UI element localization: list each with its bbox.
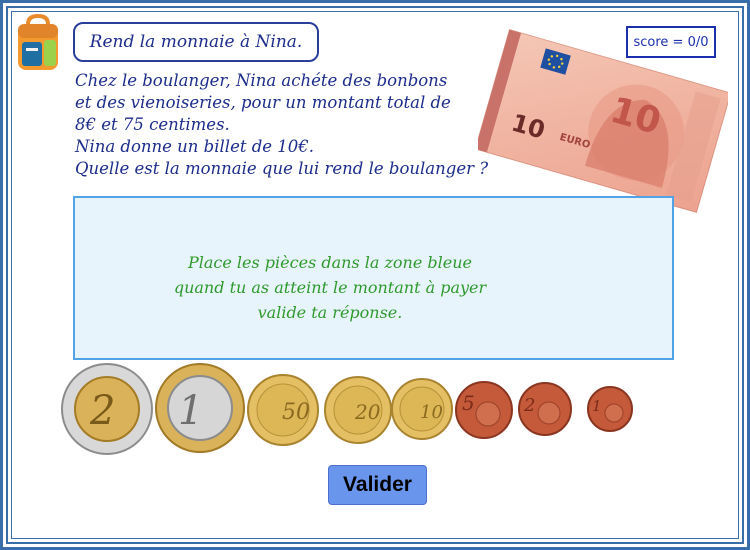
coin-value-label: 5	[462, 391, 475, 415]
school-bag-icon	[18, 14, 58, 70]
coin-10-cent[interactable]: 10	[390, 377, 454, 441]
exercise-title: Rend la monnaie à Nina.	[73, 22, 319, 62]
ten-euro-banknote: 10 10 EURO	[478, 29, 728, 213]
problem-line: 8€ et 75 centimes.	[75, 115, 230, 134]
instructions: Place les pièces dans la zone bleue quan…	[75, 250, 585, 325]
coin-2-euro[interactable]: 2	[60, 362, 154, 456]
coin-value-label: 2	[89, 388, 115, 434]
instruction-line: valide ta réponse.	[257, 303, 403, 322]
coin-value-label: 2	[523, 395, 535, 416]
problem-line: Nina donne un billet de 10€.	[75, 137, 315, 156]
problem-line: et des vienoiseries, pour un montant tot…	[75, 93, 451, 112]
coin-1-euro[interactable]: 1	[154, 362, 246, 454]
validate-button[interactable]: Valider	[328, 465, 427, 505]
coin-1-cent[interactable]: 1	[586, 385, 634, 433]
coin-50-cent[interactable]: 50	[246, 373, 320, 447]
coin-20-cent[interactable]: 20	[323, 375, 393, 445]
problem-line: Quelle est la monnaie que lui rend le bo…	[75, 159, 489, 178]
coin-5-cent[interactable]: 5	[454, 380, 514, 440]
coin-value-label: 20	[354, 400, 381, 424]
exercise-title-text: Rend la monnaie à Nina.	[89, 32, 303, 52]
instruction-line: quand tu as atteint le montant à payer	[173, 278, 487, 297]
coin-2-cent[interactable]: 2	[517, 381, 573, 437]
validate-button-label: Valider	[343, 473, 412, 496]
instruction-line: Place les pièces dans la zone bleue	[187, 253, 473, 272]
coin-value-label: 1	[178, 388, 203, 434]
coin-value-label: 10	[420, 402, 443, 423]
problem-statement: Chez le boulanger, Nina achéte des bonbo…	[75, 70, 505, 180]
coin-value-label: 1	[592, 397, 602, 415]
coin-value-label: 50	[282, 400, 310, 425]
problem-line: Chez le boulanger, Nina achéte des bonbo…	[75, 71, 448, 90]
